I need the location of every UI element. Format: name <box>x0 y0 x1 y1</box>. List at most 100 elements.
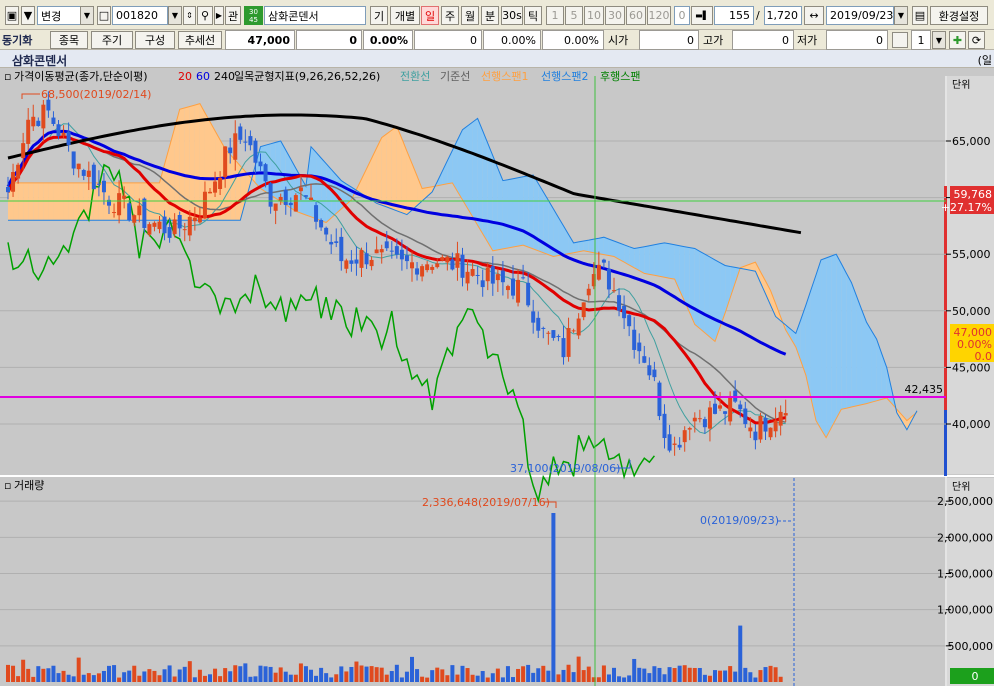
volume-bar <box>197 669 202 682</box>
low-label-text: 저가 <box>797 34 818 47</box>
cloud-segment <box>33 182 39 221</box>
candle-body <box>435 263 440 268</box>
volume-bar <box>753 677 758 682</box>
candle-body <box>450 259 455 270</box>
slider-handle-icon[interactable]: ▬▌ <box>691 6 713 25</box>
gwan-label: 관 <box>227 9 239 23</box>
checkbox-icon[interactable] <box>892 32 908 48</box>
trendline-button[interactable]: 추세선 <box>178 31 222 49</box>
period-week-tab[interactable]: 주 <box>441 6 459 25</box>
candle-body <box>389 250 394 252</box>
candle-body <box>394 246 399 255</box>
period-tick-tab[interactable]: 틱 <box>524 6 542 25</box>
candle-body <box>41 104 46 129</box>
volume-bar <box>96 673 101 682</box>
volume-bar <box>404 671 409 682</box>
volume-bar <box>566 664 571 682</box>
window-icon[interactable]: ▣ <box>5 6 19 25</box>
gwan-button[interactable]: 관 <box>225 6 241 25</box>
candle-body <box>677 444 682 448</box>
code-dropdown-icon[interactable]: ▼ <box>168 6 182 25</box>
settings-label: 환경설정 <box>938 9 980 23</box>
period-week-label: 주 <box>444 9 456 23</box>
stock-code-value: 001820 <box>116 9 158 22</box>
volume-bar <box>455 674 460 682</box>
period-month-tab[interactable]: 월 <box>461 6 479 25</box>
volume-bar <box>329 677 334 682</box>
stock-button[interactable]: 종목 <box>50 31 88 49</box>
volume-bar <box>172 676 177 682</box>
stock-chart[interactable]: ▫ 가격이동평균(종가,단순이평) 20 60 240 일목균형지표(9,26,… <box>0 68 994 686</box>
volume-bar <box>91 675 96 682</box>
updown-spin-icon[interactable]: ⇕ <box>183 6 196 25</box>
candle-body <box>773 420 778 432</box>
date-input[interactable]: 2019/09/23 <box>826 6 894 25</box>
stock-name-field[interactable]: 삼화콘덴서 <box>264 6 366 25</box>
candle-body <box>51 117 56 124</box>
period-30s-tab[interactable]: 30s <box>501 6 523 25</box>
zero-field[interactable]: 0 <box>674 6 690 25</box>
candle-body <box>283 189 288 205</box>
mode-dropdown-icon[interactable]: ▼ <box>80 6 94 25</box>
candle-body <box>718 405 723 409</box>
interval-10-button[interactable]: 10 <box>584 6 604 25</box>
compose-button[interactable]: 구성 <box>135 31 175 49</box>
interval-120-button[interactable]: 120 <box>647 6 671 25</box>
cloud-segment <box>467 122 473 217</box>
candle-body <box>379 249 384 253</box>
count-field[interactable]: 155 <box>714 6 754 25</box>
date-range-icon[interactable]: ↔ <box>804 6 824 25</box>
volume-pane-marker: ▫ <box>4 479 11 492</box>
refresh-icon[interactable]: ⟳ <box>968 31 985 49</box>
interval-1-label: 1 <box>551 9 559 22</box>
cloud-segment <box>523 175 529 248</box>
play-icon[interactable]: ▶ <box>214 6 224 25</box>
date-dropdown-icon[interactable]: ▼ <box>894 6 908 25</box>
interval-5-button[interactable]: 5 <box>565 6 583 25</box>
candle-body <box>505 286 510 291</box>
cloud-segment <box>816 259 822 430</box>
candle-body <box>26 119 31 144</box>
calendar-icon[interactable]: ▤ <box>912 6 928 25</box>
interval-60-button[interactable]: 60 <box>626 6 646 25</box>
stock-code-input[interactable]: 001820 <box>112 6 168 25</box>
candle-body <box>652 369 657 378</box>
candle-body <box>763 417 768 432</box>
volume-bar <box>208 674 212 682</box>
candle-body <box>551 330 556 338</box>
search-icon[interactable]: ⚲ <box>197 6 213 25</box>
cloud-segment <box>689 247 695 325</box>
legend-lagging: 후행스팬 <box>600 70 640 83</box>
gi-button[interactable]: 기 <box>370 6 388 25</box>
period-minute-tab[interactable]: 분 <box>481 6 499 25</box>
interval-30-button[interactable]: 30 <box>605 6 625 25</box>
period-day-tab[interactable]: 일 <box>421 6 439 25</box>
candle-body <box>228 147 233 154</box>
cloud-segment <box>664 242 670 279</box>
candle-body <box>576 318 581 336</box>
settings-button[interactable]: 환경설정 <box>930 6 988 25</box>
add-icon[interactable]: ✚ <box>949 31 966 49</box>
cloud-segment <box>583 240 589 252</box>
cloud-segment <box>694 248 700 329</box>
spin-dropdown-icon[interactable]: ▼ <box>932 31 946 49</box>
chart-canvas[interactable]: ▫ 가격이동평균(종가,단순이평) 20 60 240 일목균형지표(9,26,… <box>0 68 994 686</box>
spin-field[interactable]: 1 <box>911 30 931 50</box>
gaebyeol-label: 개별 <box>394 9 416 23</box>
candle-body <box>142 198 147 228</box>
save-icon[interactable]: ▼ <box>21 6 35 25</box>
volume-pct: 0.00% <box>483 30 541 50</box>
theme-badge[interactable]: 30 45 <box>244 6 263 25</box>
code-icon[interactable]: □ <box>97 6 111 25</box>
price-change: 0 <box>296 30 362 50</box>
gaebyeol-button[interactable]: 개별 <box>390 6 420 25</box>
candle-body <box>622 305 627 319</box>
volume-bar <box>243 663 248 682</box>
volume-bar <box>465 668 470 682</box>
last-volume-value: 0 <box>972 670 979 683</box>
interval-1-button[interactable]: 1 <box>546 6 564 25</box>
cycle-button[interactable]: 주기 <box>91 31 133 49</box>
mode-select[interactable]: 변경 <box>37 6 81 25</box>
hline-value-label: 42,435 <box>905 383 944 396</box>
open-label-text: 시가 <box>608 34 629 47</box>
